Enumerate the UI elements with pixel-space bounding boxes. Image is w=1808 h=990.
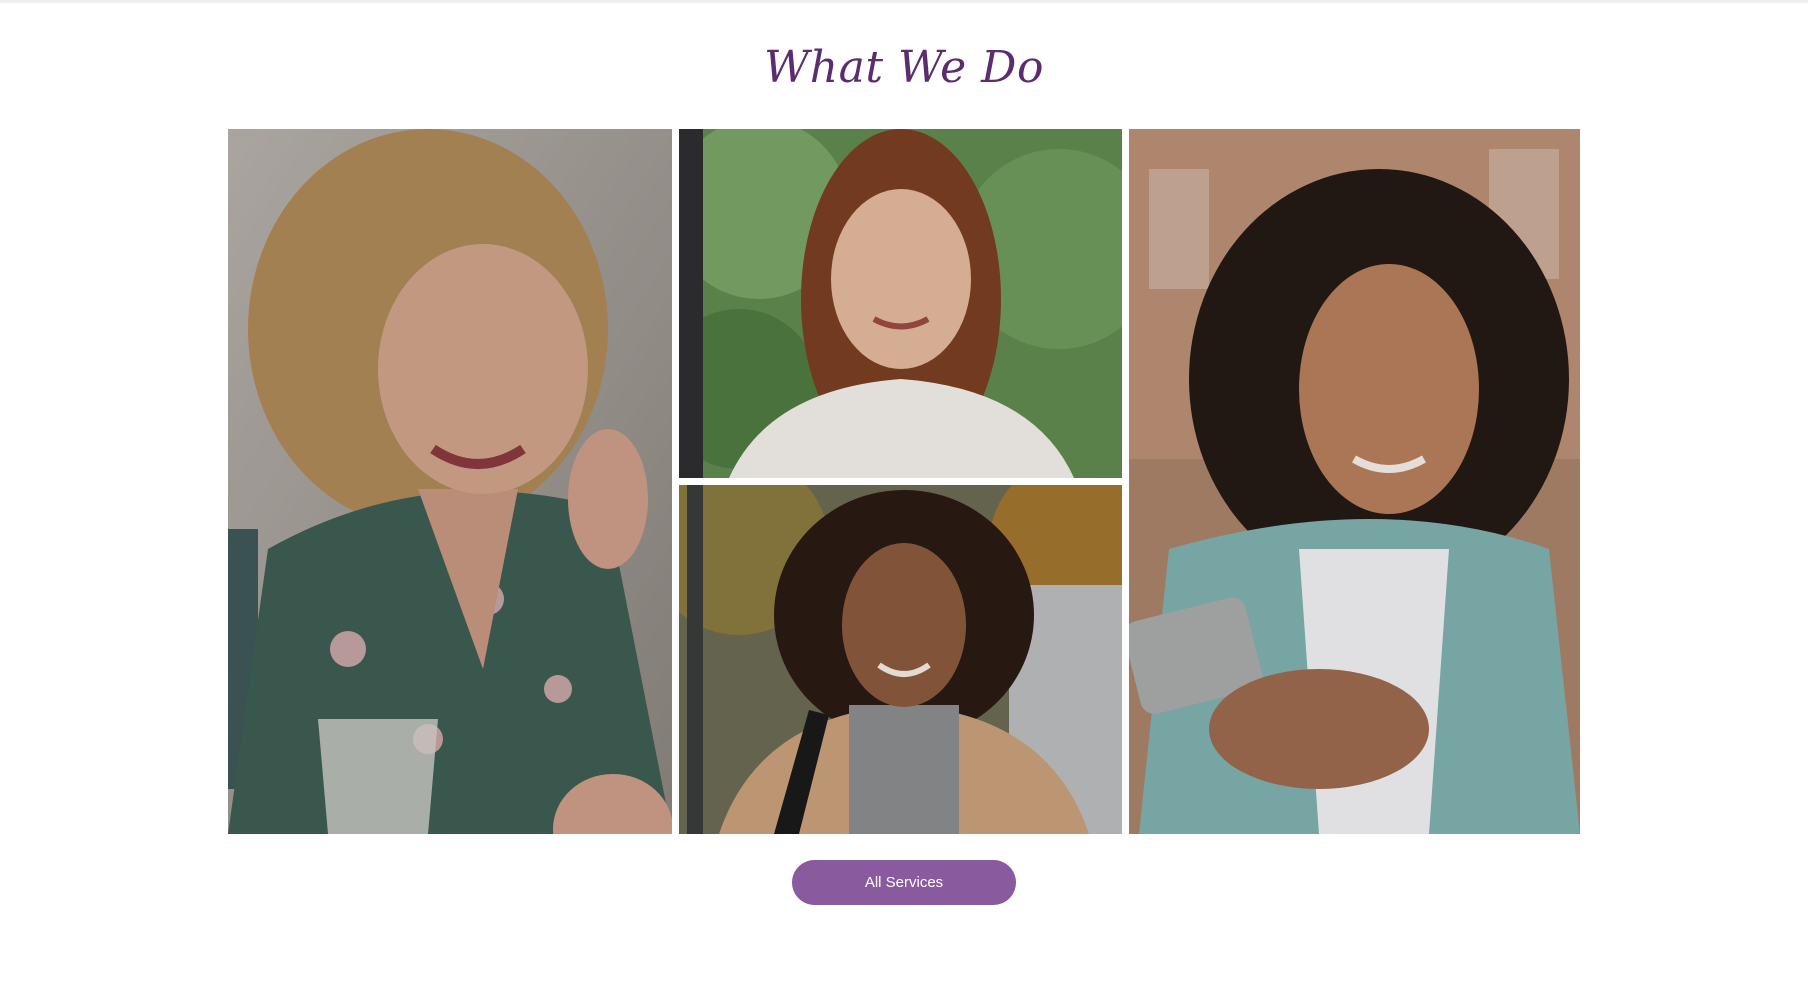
what-we-do-section: What We Do All Services (0, 0, 1808, 990)
all-services-button[interactable]: All Services (792, 860, 1016, 905)
gallery-photo-2[interactable] (679, 129, 1122, 478)
section-title: What We Do (764, 42, 1044, 93)
gallery-photo-4[interactable] (1129, 129, 1580, 834)
gallery-photo-1[interactable] (228, 129, 672, 834)
woman-holding-phone-image (1129, 129, 1580, 834)
gallery-photo-3[interactable] (679, 485, 1122, 834)
woman-camel-coat-image (679, 485, 1122, 834)
woman-floral-dress-image (228, 129, 672, 834)
woman-white-blouse-image (679, 129, 1122, 478)
